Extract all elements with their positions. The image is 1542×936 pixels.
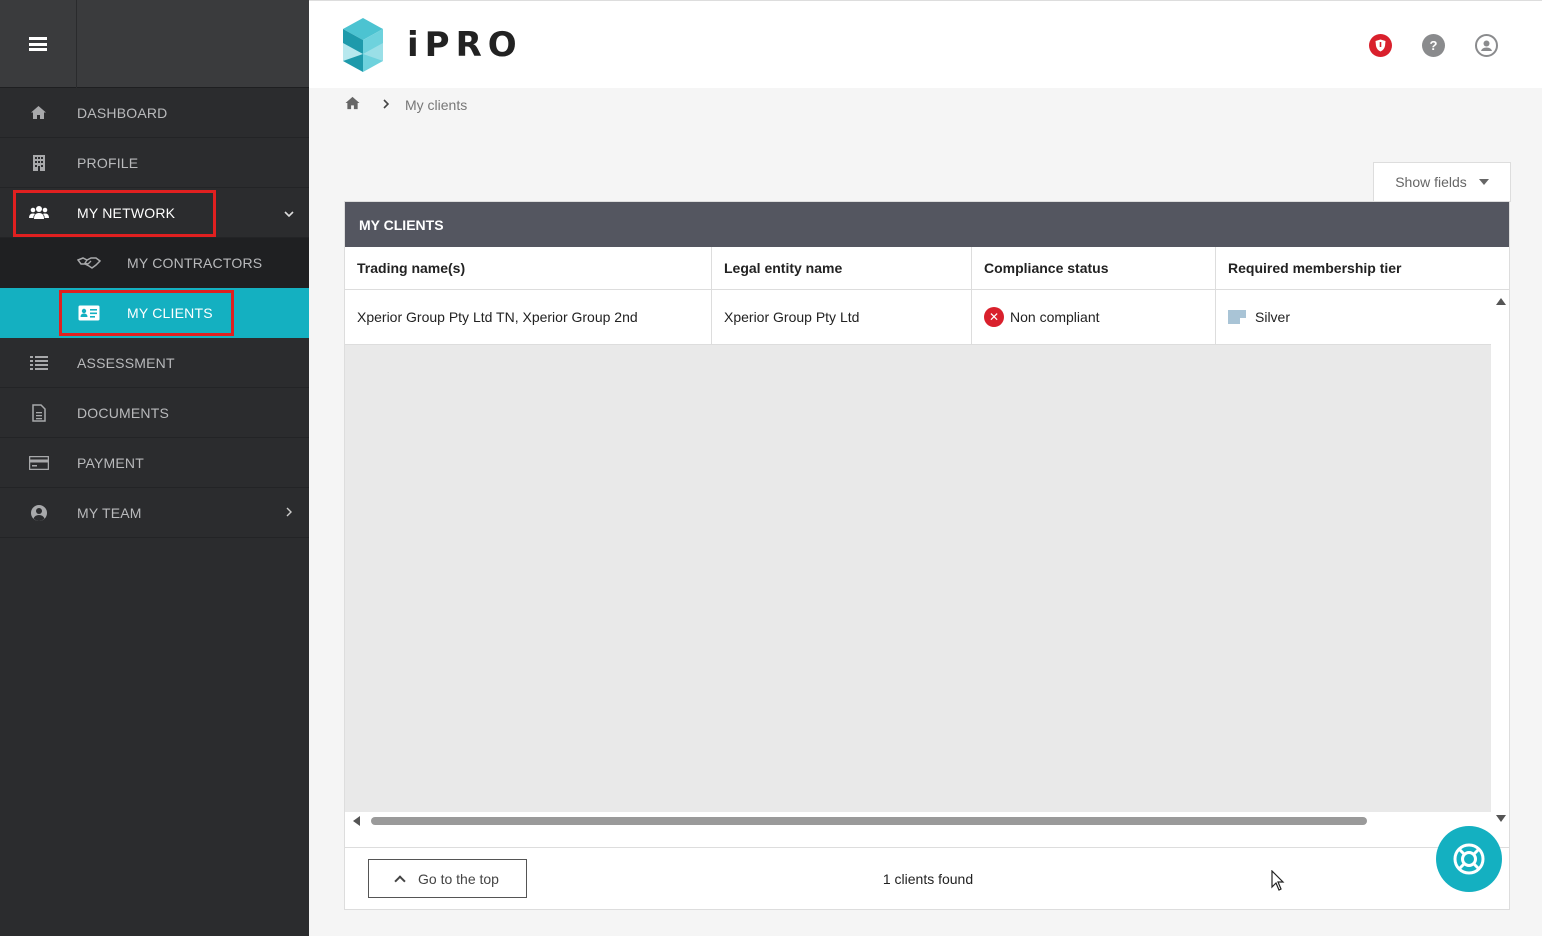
tier-text: Silver xyxy=(1255,309,1291,325)
table-header: Trading name(s) Legal entity name Compli… xyxy=(345,247,1509,290)
scroll-left-arrow-icon[interactable] xyxy=(353,816,360,826)
cell-compliance: ✕ Non compliant xyxy=(972,290,1216,344)
compliance-status-text: Non compliant xyxy=(1010,309,1100,325)
breadcrumb: My clients xyxy=(344,96,467,113)
top-header: iPRO ? xyxy=(309,0,1542,88)
sidebar: DASHBOARD PROFILE MY NETWORK MY CONTRACT… xyxy=(0,0,309,936)
hamburger-icon xyxy=(29,37,47,51)
chevron-right-icon xyxy=(383,97,390,112)
sidebar-item-label: ASSESSMENT xyxy=(77,354,175,371)
sidebar-item-profile[interactable]: PROFILE xyxy=(0,138,309,188)
ipro-logo-icon xyxy=(343,17,383,72)
header-icons: ? xyxy=(1369,34,1498,57)
sidebar-item-label: PAYMENT xyxy=(77,454,144,471)
non-compliant-icon: ✕ xyxy=(984,307,1004,327)
horizontal-scroll-thumb[interactable] xyxy=(371,817,1367,825)
breadcrumb-current: My clients xyxy=(405,96,468,113)
panel-title: MY CLIENTS xyxy=(345,202,1509,247)
column-header-trading-name[interactable]: Trading name(s) xyxy=(345,247,712,289)
handshake-icon xyxy=(0,256,127,270)
show-fields-dropdown[interactable]: Show fields xyxy=(1373,162,1511,202)
panel-footer: Go to the top 1 clients found xyxy=(345,847,1509,909)
mouse-cursor-icon xyxy=(1271,870,1285,891)
sidebar-item-dashboard[interactable]: DASHBOARD xyxy=(0,88,309,138)
column-header-legal-entity[interactable]: Legal entity name xyxy=(712,247,972,289)
column-header-compliance[interactable]: Compliance status xyxy=(972,247,1216,289)
table-row[interactable]: Xperior Group Pty Ltd TN, Xperior Group … xyxy=(345,290,1493,345)
sidebar-subnav: MY CONTRACTORS MY CLIENTS xyxy=(0,238,309,338)
sidebar-item-my-network[interactable]: MY NETWORK xyxy=(0,188,309,238)
users-icon xyxy=(0,205,77,221)
sidebar-item-label: PROFILE xyxy=(77,154,139,171)
sidebar-item-label: DASHBOARD xyxy=(77,104,168,121)
cell-trading-name: Xperior Group Pty Ltd TN, Xperior Group … xyxy=(345,290,712,344)
cell-legal-entity: Xperior Group Pty Ltd xyxy=(712,290,972,344)
sidebar-top xyxy=(0,0,309,88)
caret-down-icon xyxy=(1478,179,1489,185)
user-circle-icon xyxy=(0,504,77,522)
sidebar-item-label: MY CONTRACTORS xyxy=(127,255,263,271)
id-card-icon xyxy=(0,305,127,321)
clients-panel: MY CLIENTS Trading name(s) Legal entity … xyxy=(344,201,1510,910)
credit-card-icon xyxy=(0,455,77,470)
results-count: 1 clients found xyxy=(882,870,974,887)
sidebar-item-my-team[interactable]: MY TEAM xyxy=(0,488,309,538)
horizontal-scrollbar[interactable] xyxy=(345,812,1493,830)
help-icon[interactable]: ? xyxy=(1422,34,1445,57)
app-name: iPRO xyxy=(407,24,523,65)
lifebuoy-icon xyxy=(1453,843,1485,875)
sidebar-item-assessment[interactable]: ASSESSMENT xyxy=(0,338,309,388)
sidebar-item-label: DOCUMENTS xyxy=(77,404,170,421)
home-icon xyxy=(0,105,77,120)
support-lifebuoy-button[interactable] xyxy=(1436,826,1502,892)
vertical-scrollbar[interactable] xyxy=(1491,290,1509,830)
tier-badge-icon xyxy=(1228,310,1246,324)
column-header-membership-tier[interactable]: Required membership tier xyxy=(1216,247,1493,289)
home-icon[interactable] xyxy=(344,96,361,113)
document-icon xyxy=(0,403,77,422)
sidebar-item-my-clients[interactable]: MY CLIENTS xyxy=(0,288,309,338)
scroll-down-arrow-icon[interactable] xyxy=(1496,815,1506,822)
cell-membership-tier: Silver xyxy=(1216,290,1493,344)
building-icon xyxy=(0,154,77,172)
show-fields-label: Show fields xyxy=(1395,174,1467,190)
list-icon xyxy=(0,355,77,370)
chevron-right-icon xyxy=(269,505,309,520)
sidebar-item-documents[interactable]: DOCUMENTS xyxy=(0,388,309,438)
menu-toggle-button[interactable] xyxy=(0,0,77,88)
sidebar-item-payment[interactable]: PAYMENT xyxy=(0,438,309,488)
sidebar-item-label: MY NETWORK xyxy=(77,204,176,221)
app-logo[interactable]: iPRO xyxy=(343,17,523,72)
shield-notification-icon[interactable] xyxy=(1369,34,1392,57)
user-account-icon[interactable] xyxy=(1475,34,1498,57)
sidebar-item-label: MY TEAM xyxy=(77,504,142,521)
chevron-down-icon xyxy=(269,205,309,220)
sidebar-item-my-contractors[interactable]: MY CONTRACTORS xyxy=(0,238,309,288)
table-body: Xperior Group Pty Ltd TN, Xperior Group … xyxy=(345,290,1509,830)
scroll-up-arrow-icon[interactable] xyxy=(1496,298,1506,305)
sidebar-item-label: MY CLIENTS xyxy=(127,305,213,321)
